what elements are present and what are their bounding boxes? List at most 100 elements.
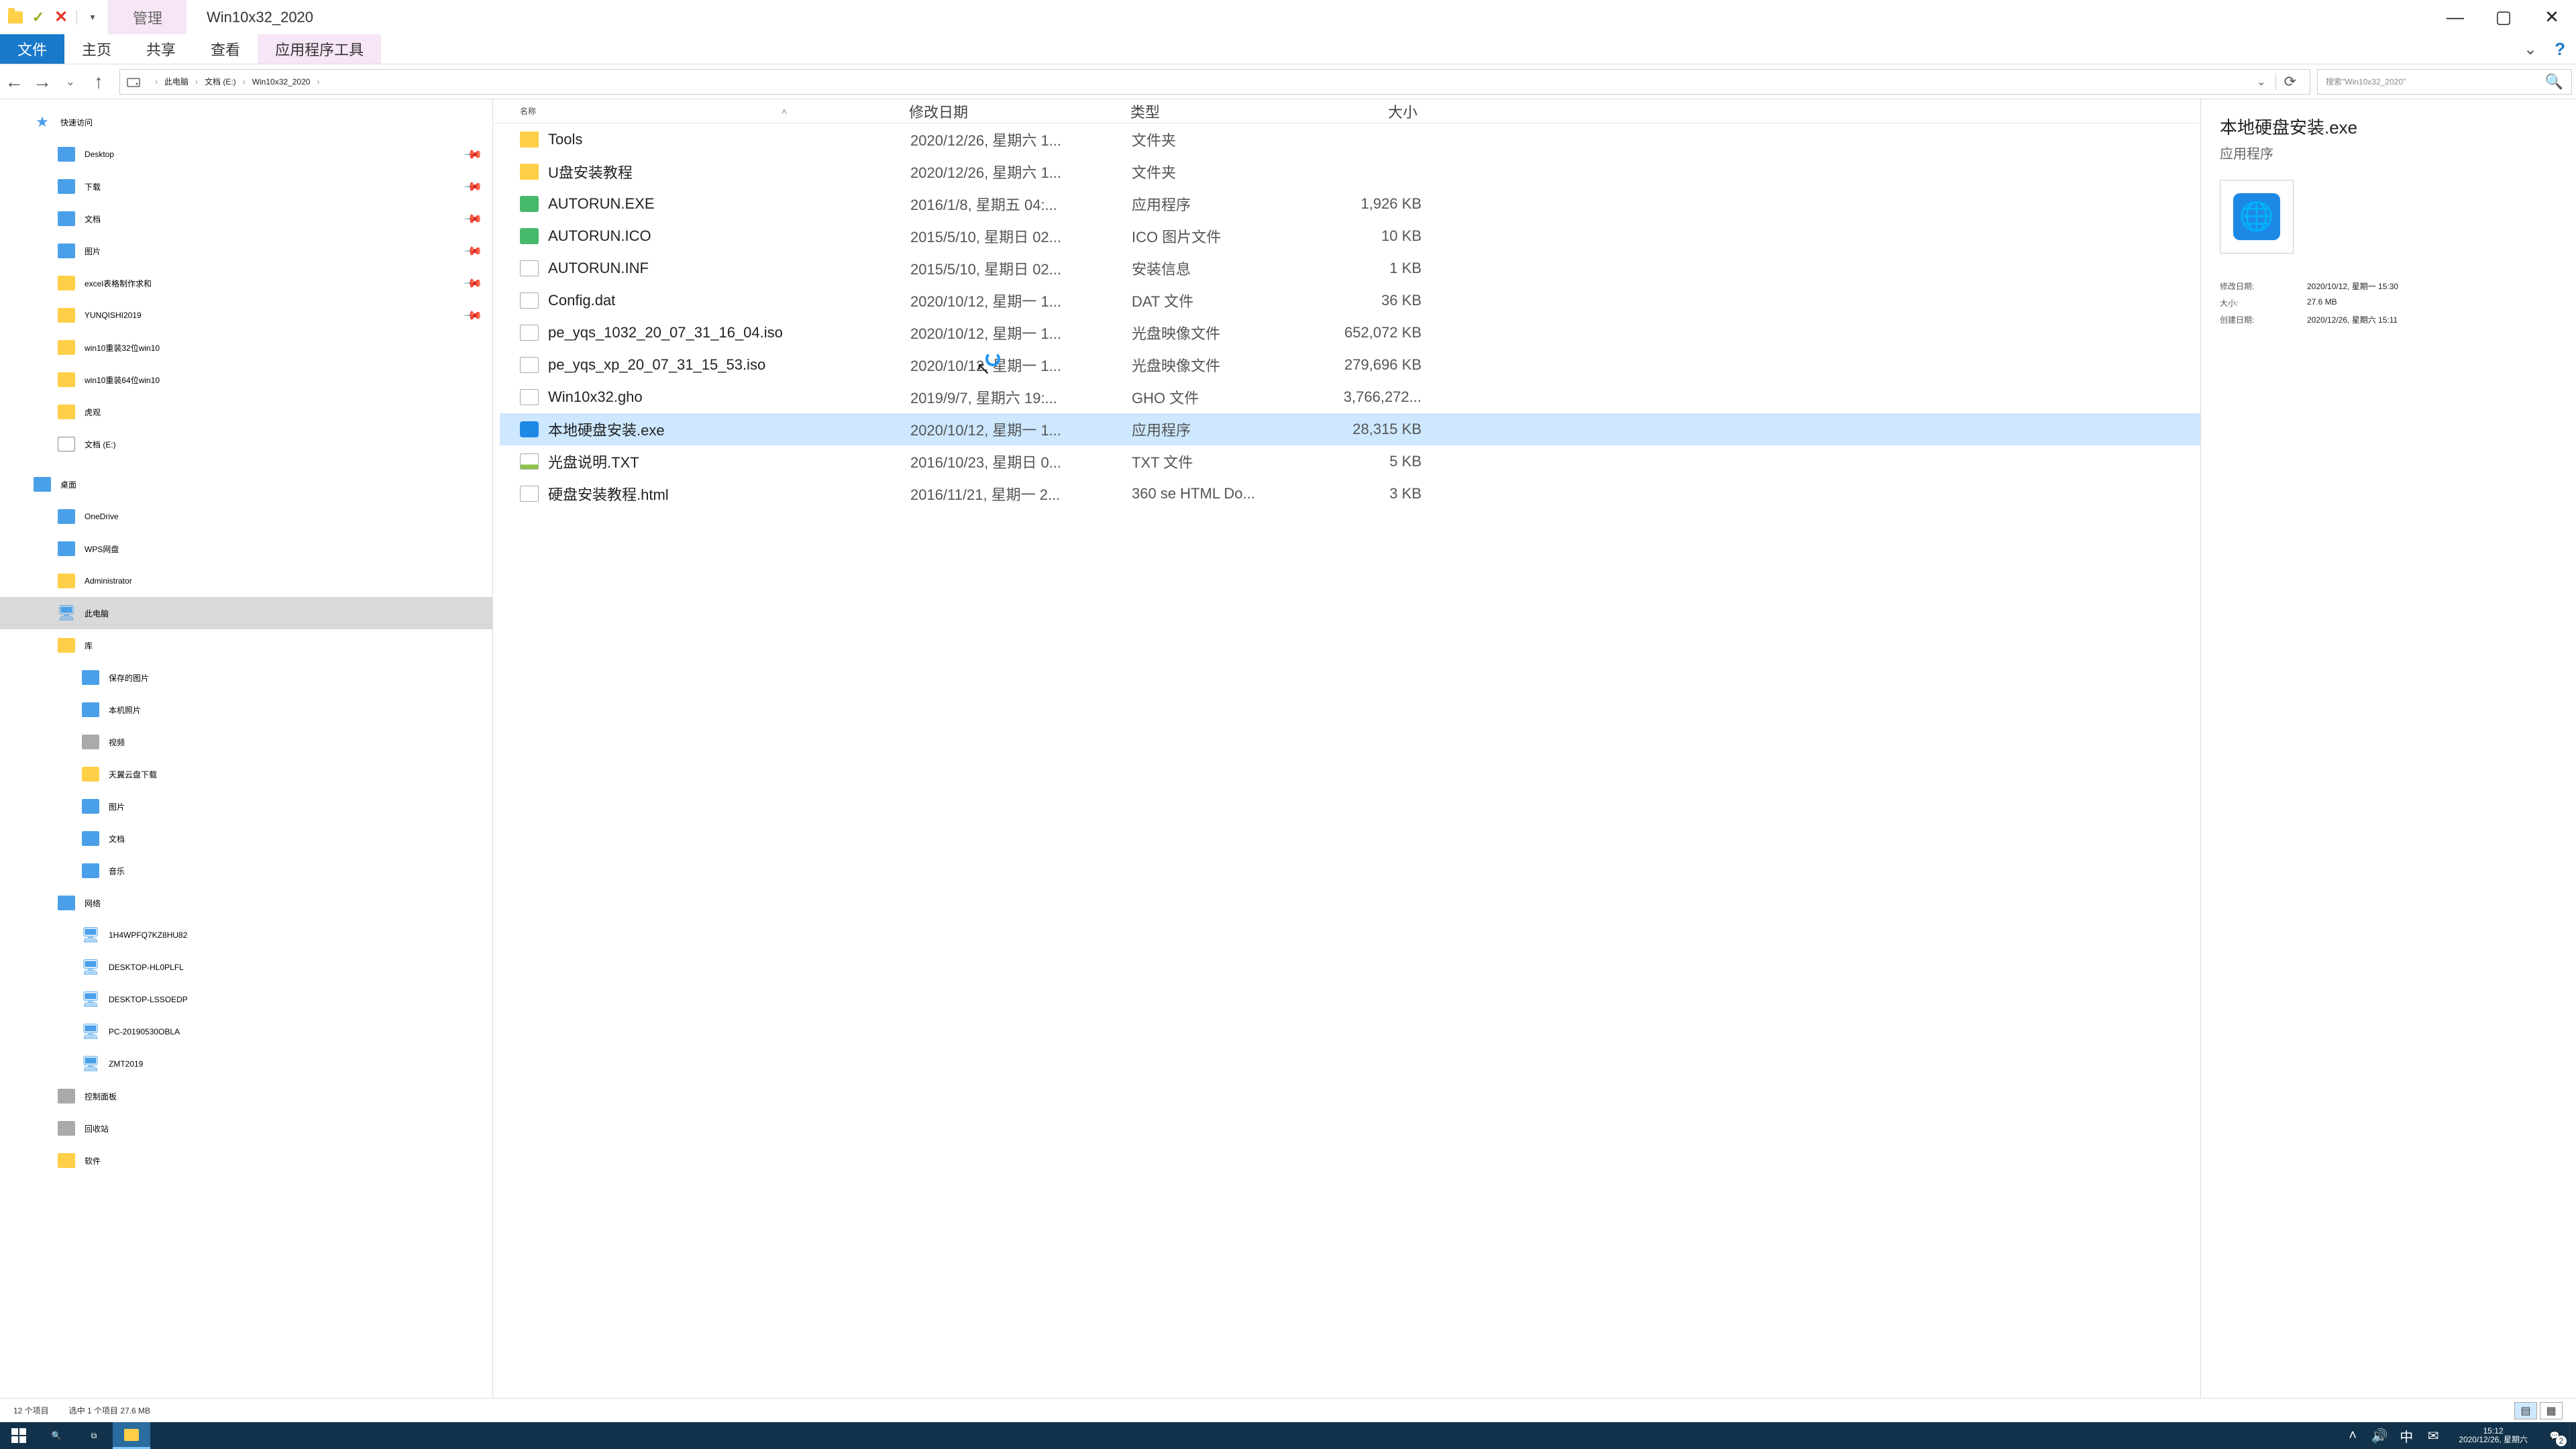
breadcrumb-2[interactable]: Win10x32_2020› (252, 77, 327, 87)
navigation-pane[interactable]: ★快速访问Desktop📌下载📌文档📌图片📌excel表格制作求和📌YUNQIS… (0, 99, 493, 1398)
taskbar-explorer-button[interactable] (113, 1422, 150, 1449)
nav-item[interactable]: excel表格制作求和📌 (0, 267, 492, 299)
column-date[interactable]: 修改日期 (909, 101, 1130, 122)
breadcrumb-1[interactable]: 文档 (E:)› (205, 76, 252, 87)
delete-icon[interactable]: ✕ (52, 8, 70, 27)
nav-item[interactable]: 视频 (0, 726, 492, 758)
column-size[interactable]: 大小 (1311, 101, 1426, 122)
file-rows[interactable]: ↖ Tools2020/12/26, 星期六 1...文件夹U盘安装教程2020… (493, 123, 2200, 1398)
column-headers[interactable]: 名称˄ 修改日期 类型 大小 (493, 99, 2200, 123)
tray-app-icon[interactable]: ✉ (2420, 1422, 2447, 1449)
file-row[interactable]: AUTORUN.ICO2015/5/10, 星期日 02...ICO 图片文件1… (500, 220, 2200, 252)
file-row[interactable]: pe_yqs_xp_20_07_31_15_53.iso2020/10/12, … (500, 349, 2200, 381)
pc-icon: 🖥 (58, 606, 75, 621)
nav-item[interactable]: 保存的图片 (0, 661, 492, 694)
tab-home[interactable]: 主页 (64, 34, 129, 64)
nav-item[interactable]: Administrator (0, 565, 492, 597)
tray-overflow-icon[interactable]: ˄ (2339, 1422, 2366, 1449)
nav-item[interactable]: 图片📌 (0, 235, 492, 267)
file-row[interactable]: Config.dat2020/10/12, 星期一 1...DAT 文件36 K… (500, 284, 2200, 317)
nav-item[interactable]: 🖥DESKTOP-LSSOEDP (0, 983, 492, 1016)
file-row[interactable]: 本地硬盘安装.exe2020/10/12, 星期一 1...应用程序28,315… (500, 413, 2200, 445)
nav-item[interactable]: 桌面 (0, 468, 492, 500)
file-row[interactable]: U盘安装教程2020/12/26, 星期六 1...文件夹 (500, 156, 2200, 188)
nav-forward-button[interactable]: → (28, 68, 56, 96)
nav-item[interactable]: 网络 (0, 887, 492, 919)
nav-item[interactable]: 天翼云盘下载 (0, 758, 492, 790)
nav-item[interactable]: ★快速访问 (0, 106, 492, 138)
help-icon[interactable]: ? (2555, 39, 2565, 60)
column-name[interactable]: 名称˄ (520, 105, 909, 117)
nav-item[interactable]: WPS网盘 (0, 533, 492, 565)
cell-name: Win10x32.gho (548, 388, 910, 406)
column-type[interactable]: 类型 (1130, 101, 1311, 122)
clock[interactable]: 15:12 2020/12/26, 星期六 (2447, 1427, 2540, 1444)
start-button[interactable] (0, 1422, 38, 1449)
search-icon[interactable]: 🔍 (2545, 73, 2563, 91)
file-row[interactable]: pe_yqs_1032_20_07_31_16_04.iso2020/10/12… (500, 317, 2200, 349)
file-row[interactable]: Win10x32.gho2019/9/7, 星期六 19:...GHO 文件3,… (500, 381, 2200, 413)
breadcrumb-root-sep[interactable]: › (148, 77, 164, 87)
nav-back-button[interactable]: ← (0, 68, 28, 96)
nav-item[interactable]: win10重装64位win10 (0, 364, 492, 396)
minimize-button[interactable]: — (2431, 0, 2479, 34)
taskbar-search-button[interactable]: 🔍 (38, 1422, 75, 1449)
volume-icon[interactable]: 🔊 (2366, 1422, 2393, 1449)
nav-item[interactable]: 下载📌 (0, 170, 492, 203)
nav-item[interactable]: OneDrive (0, 500, 492, 533)
nav-item[interactable]: 控制面板 (0, 1080, 492, 1112)
tab-share[interactable]: 共享 (129, 34, 193, 64)
nav-item[interactable]: 🖥ZMT2019 (0, 1048, 492, 1080)
nav-item[interactable]: 🖥DESKTOP-HL0PLFL (0, 951, 492, 983)
nav-item[interactable]: 文档📌 (0, 203, 492, 235)
tab-view[interactable]: 查看 (193, 34, 258, 64)
nav-item[interactable]: Desktop📌 (0, 138, 492, 170)
pin-icon: 📌 (462, 273, 483, 294)
nav-item[interactable]: 音乐 (0, 855, 492, 887)
close-button[interactable]: ✕ (2528, 0, 2576, 34)
ribbon-expand-icon[interactable]: ⌄ (2524, 40, 2537, 59)
nav-item-label: DESKTOP-LSSOEDP (109, 995, 188, 1004)
properties-icon[interactable]: ✓ (29, 8, 48, 27)
view-details-button[interactable]: ▤ (2514, 1402, 2537, 1419)
maximize-button[interactable]: ▢ (2479, 0, 2528, 34)
breadcrumb-0[interactable]: 此电脑› (164, 76, 205, 87)
show-desktop-button[interactable] (2569, 1422, 2576, 1449)
cell-date: 2020/12/26, 星期六 1... (910, 129, 1132, 150)
refresh-icon[interactable]: ⟳ (2275, 73, 2304, 91)
nav-item[interactable]: 回收站 (0, 1112, 492, 1144)
nav-item[interactable]: 🖥PC-20190530OBLA (0, 1016, 492, 1048)
nav-item[interactable]: YUNQISHI2019📌 (0, 299, 492, 331)
file-row[interactable]: AUTORUN.INF2015/5/10, 星期日 02...安装信息1 KB (500, 252, 2200, 284)
nav-item[interactable]: 虎观 (0, 396, 492, 428)
address-dropdown-icon[interactable]: ⌄ (2251, 75, 2271, 89)
nav-item[interactable]: 软件 (0, 1144, 492, 1177)
file-row[interactable]: 硬盘安装教程.html2016/11/21, 星期一 2...360 se HT… (500, 478, 2200, 510)
qat-customize-icon[interactable]: ▾ (83, 8, 102, 27)
cell-type: 光盘映像文件 (1132, 322, 1313, 343)
file-row[interactable]: Tools2020/12/26, 星期六 1...文件夹 (500, 123, 2200, 156)
nav-history-dropdown[interactable]: ⌄ (56, 68, 85, 96)
tab-file[interactable]: 文件 (0, 34, 64, 64)
nav-item[interactable]: win10重装32位win10 (0, 331, 492, 364)
nav-item[interactable]: 文档 (0, 822, 492, 855)
taskbar[interactable]: 🔍 ⧉ ˄ 🔊 中 ✉ 15:12 2020/12/26, 星期六 💬2 (0, 1422, 2576, 1449)
nav-item[interactable]: 库 (0, 629, 492, 661)
nav-item[interactable]: 🖥1H4WPFQ7KZ8HU82 (0, 919, 492, 951)
breadcrumb-bar[interactable]: › 此电脑› 文档 (E:)› Win10x32_2020› ⌄ ⟳ (119, 69, 2310, 95)
file-row[interactable]: AUTORUN.EXE2016/1/8, 星期五 04:...应用程序1,926… (500, 188, 2200, 220)
nav-item[interactable]: 🖥此电脑 (0, 597, 492, 629)
action-center-button[interactable]: 💬2 (2540, 1422, 2569, 1449)
nav-up-button[interactable]: ↑ (85, 68, 113, 96)
nav-item[interactable]: 文档 (E:) (0, 428, 492, 460)
nav-item[interactable]: 图片 (0, 790, 492, 822)
nav-item[interactable]: 本机照片 (0, 694, 492, 726)
file-row[interactable]: 光盘说明.TXT2016/10/23, 星期日 0...TXT 文件5 KB (500, 445, 2200, 478)
folder-icon[interactable] (6, 8, 25, 27)
tab-app-tools[interactable]: 应用程序工具 (258, 34, 381, 64)
view-thumbnails-button[interactable]: ▦ (2540, 1402, 2563, 1419)
sort-asc-icon: ˄ (782, 106, 787, 117)
search-input[interactable]: 搜索"Win10x32_2020" 🔍 (2317, 69, 2572, 95)
task-view-button[interactable]: ⧉ (75, 1422, 113, 1449)
ime-indicator[interactable]: 中 (2393, 1422, 2420, 1449)
